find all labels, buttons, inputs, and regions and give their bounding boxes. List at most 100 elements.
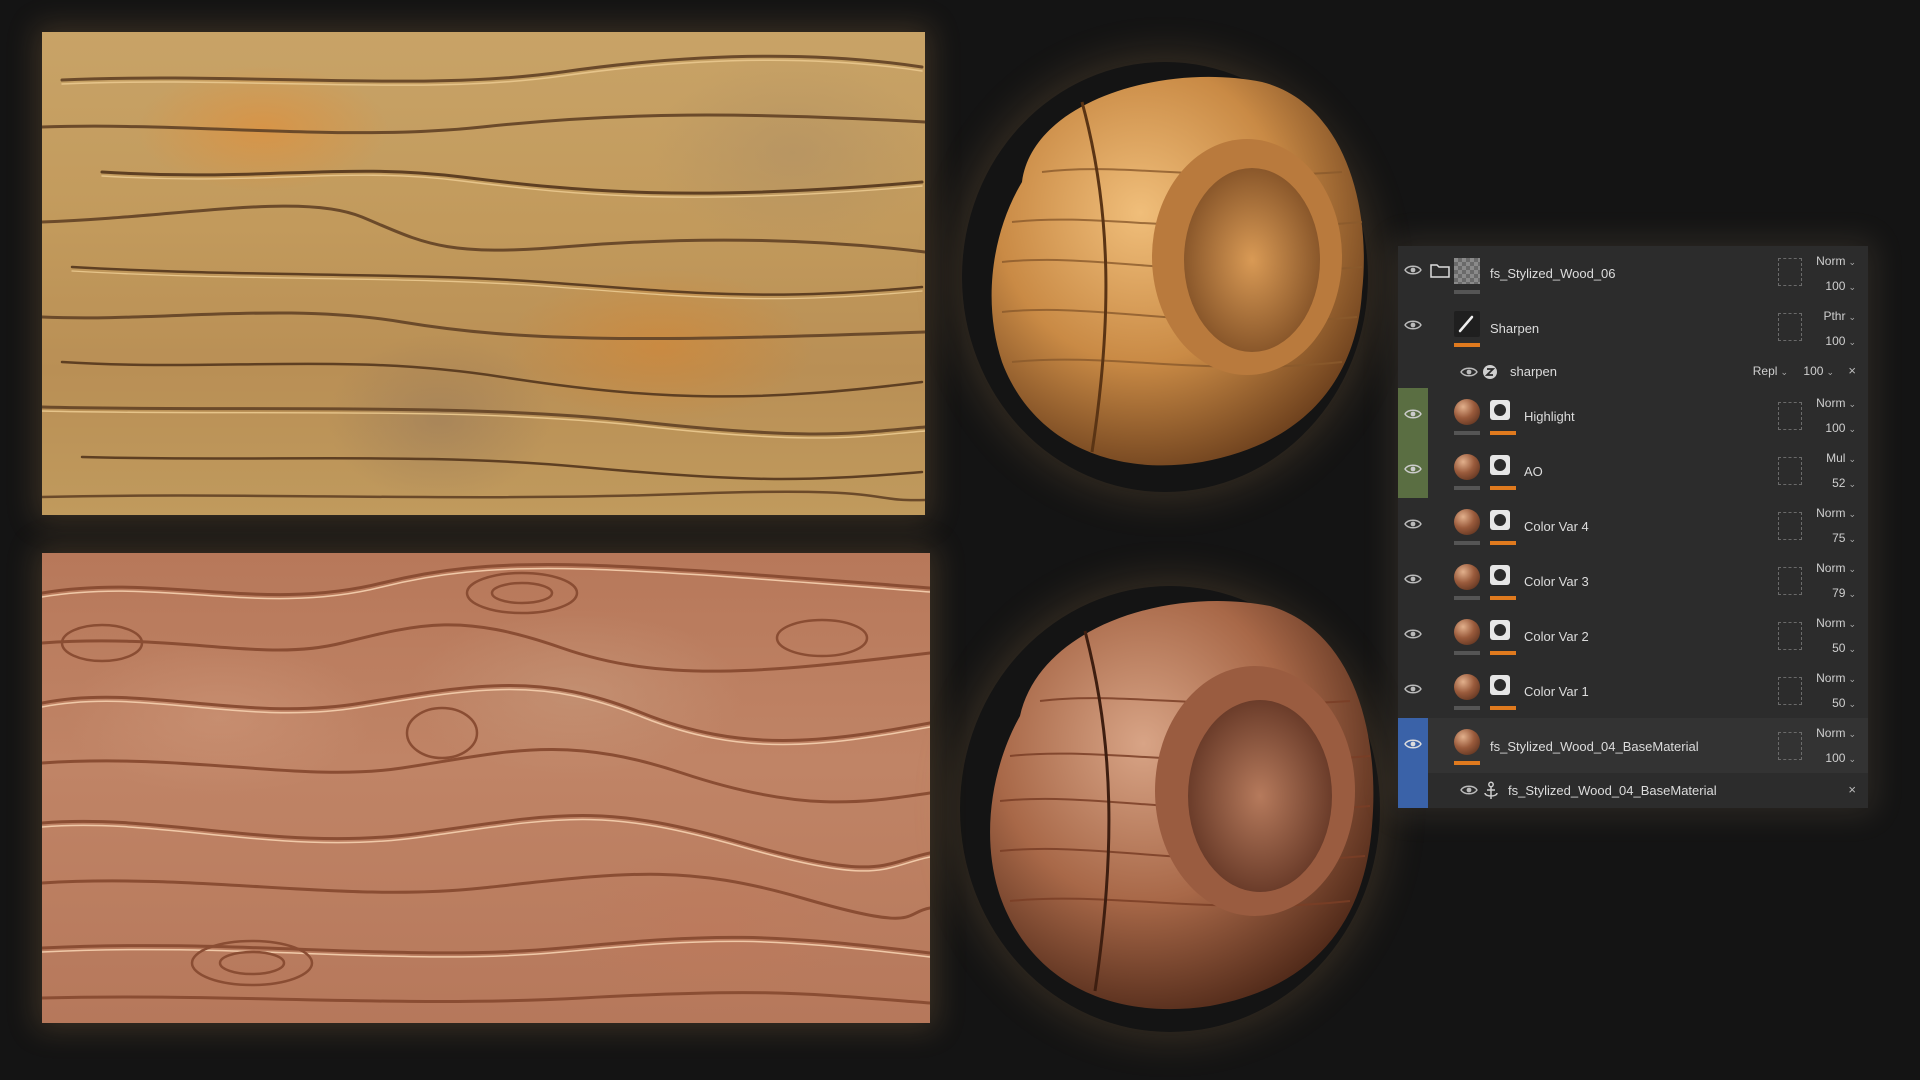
layer-bar xyxy=(1454,651,1480,655)
layer-name: fs_Stylized_Wood_04_BaseMaterial xyxy=(1490,739,1699,754)
layer-blend-preview xyxy=(1778,677,1802,705)
opacity-value[interactable]: 100 ⌄ xyxy=(1825,751,1856,765)
eye-icon[interactable] xyxy=(1460,784,1478,796)
layer-bar xyxy=(1454,761,1480,765)
filter-name: sharpen xyxy=(1510,364,1557,379)
mask-icon[interactable] xyxy=(1490,675,1510,695)
opacity-value[interactable]: 79 ⌄ xyxy=(1832,586,1856,600)
blend-mode[interactable]: Norm ⌄ xyxy=(1816,561,1856,575)
mask-bar xyxy=(1490,706,1516,710)
layer-row-ao[interactable]: AO Mul ⌄ 52 ⌄ xyxy=(1398,443,1868,499)
close-icon[interactable]: × xyxy=(1848,782,1856,797)
blend-mode[interactable]: Norm ⌄ xyxy=(1816,506,1856,520)
opacity-value[interactable]: 50 ⌄ xyxy=(1832,641,1856,655)
layer-row-highlight[interactable]: Highlight Norm ⌄ 100 ⌄ xyxy=(1398,388,1868,444)
eye-icon[interactable] xyxy=(1404,264,1422,276)
layer-blend-preview xyxy=(1778,258,1802,286)
filter-row-sharpen[interactable]: sharpen Repl ⌄ 100 ⌄ × xyxy=(1398,356,1868,389)
chevron-down-icon: ⌄ xyxy=(1848,674,1856,684)
chevron-down-icon: ⌄ xyxy=(1780,367,1788,377)
mask-icon[interactable] xyxy=(1490,510,1510,530)
layer-name: Color Var 4 xyxy=(1524,519,1589,534)
folder-icon xyxy=(1430,264,1450,278)
preview-sphere-yellow xyxy=(962,62,1368,492)
eye-icon[interactable] xyxy=(1404,683,1422,695)
layer-blend-preview xyxy=(1778,402,1802,430)
blend-mode[interactable]: Norm ⌄ xyxy=(1816,671,1856,685)
layer-blend-preview xyxy=(1778,457,1802,485)
blend-mode[interactable]: Mul ⌄ xyxy=(1826,451,1856,465)
chevron-down-icon: ⌄ xyxy=(1848,729,1856,739)
material-thumbnail xyxy=(1454,729,1480,755)
eye-icon[interactable] xyxy=(1404,628,1422,640)
material-thumbnail xyxy=(1454,619,1480,645)
opacity-value[interactable]: 100 ⌄ xyxy=(1825,279,1856,293)
filter-blend-mode[interactable]: Repl ⌄ xyxy=(1753,364,1788,378)
eye-icon[interactable] xyxy=(1404,319,1422,331)
blend-mode[interactable]: Pthr ⌄ xyxy=(1823,309,1856,323)
chevron-down-icon: ⌄ xyxy=(1848,644,1856,654)
eye-icon[interactable] xyxy=(1460,366,1478,378)
mask-bar xyxy=(1490,486,1516,490)
chevron-down-icon: ⌄ xyxy=(1848,257,1856,267)
layer-bar xyxy=(1454,541,1480,545)
mask-icon[interactable] xyxy=(1490,455,1510,475)
chevron-down-icon: ⌄ xyxy=(1848,619,1856,629)
layer-bar xyxy=(1454,486,1480,490)
eye-icon[interactable] xyxy=(1404,518,1422,530)
eye-icon[interactable] xyxy=(1404,408,1422,420)
blend-mode[interactable]: Norm ⌄ xyxy=(1816,396,1856,410)
layer-row-sharpen[interactable]: Sharpen Pthr ⌄ 100 ⌄ xyxy=(1398,301,1868,357)
layer-bar xyxy=(1454,343,1480,347)
layer-blend-preview xyxy=(1778,567,1802,595)
layer-row-stylized-wood-06[interactable]: fs_Stylized_Wood_06 Norm ⌄ 100 ⌄ xyxy=(1398,246,1868,302)
layer-row-base-material[interactable]: fs_Stylized_Wood_04_BaseMaterial Norm ⌄ 1… xyxy=(1398,718,1868,774)
mask-icon[interactable] xyxy=(1490,400,1510,420)
layer-row-color-var-2[interactable]: Color Var 2 Norm ⌄ 50 ⌄ xyxy=(1398,608,1868,664)
material-thumbnail xyxy=(1454,399,1480,425)
opacity-value[interactable]: 50 ⌄ xyxy=(1832,696,1856,710)
opacity-value[interactable]: 100 ⌄ xyxy=(1825,421,1856,435)
eye-icon[interactable] xyxy=(1404,738,1422,750)
chevron-down-icon: ⌄ xyxy=(1848,589,1856,599)
mask-bar xyxy=(1490,651,1516,655)
material-thumbnail xyxy=(1454,509,1480,535)
material-thumbnail xyxy=(1454,454,1480,480)
layer-name: Sharpen xyxy=(1490,321,1540,336)
chevron-down-icon: ⌄ xyxy=(1848,312,1856,322)
blend-mode[interactable]: Norm ⌄ xyxy=(1816,254,1856,268)
chevron-down-icon: ⌄ xyxy=(1848,479,1856,489)
filter-opacity[interactable]: 100 ⌄ xyxy=(1803,364,1834,378)
texture-swatch-red-wood xyxy=(42,553,930,1023)
layer-name: Color Var 1 xyxy=(1524,684,1589,699)
wood-grain-lines xyxy=(42,54,925,502)
anchor-name: fs_Stylized_Wood_04_BaseMaterial xyxy=(1508,783,1717,798)
layer-bar xyxy=(1454,431,1480,435)
blend-mode[interactable]: Norm ⌄ xyxy=(1816,616,1856,630)
layer-row-color-var-1[interactable]: Color Var 1 Norm ⌄ 50 ⌄ xyxy=(1398,663,1868,719)
mask-icon[interactable] xyxy=(1490,565,1510,585)
layer-name: Color Var 3 xyxy=(1524,574,1589,589)
opacity-value[interactable]: 100 ⌄ xyxy=(1825,334,1856,348)
chevron-down-icon: ⌄ xyxy=(1848,454,1856,464)
close-icon[interactable]: × xyxy=(1848,363,1856,378)
blend-mode[interactable]: Norm ⌄ xyxy=(1816,726,1856,740)
anchor-row-base-material[interactable]: fs_Stylized_Wood_04_BaseMaterial × xyxy=(1398,773,1868,808)
mask-bar xyxy=(1490,431,1516,435)
layer-blend-preview xyxy=(1778,313,1802,341)
layer-row-color-var-4[interactable]: Color Var 4 Norm ⌄ 75 ⌄ xyxy=(1398,498,1868,554)
layer-row-color-var-3[interactable]: Color Var 3 Norm ⌄ 79 ⌄ xyxy=(1398,553,1868,609)
eye-icon[interactable] xyxy=(1404,573,1422,585)
chevron-down-icon: ⌄ xyxy=(1848,509,1856,519)
mask-icon[interactable] xyxy=(1490,620,1510,640)
chevron-down-icon: ⌄ xyxy=(1848,699,1856,709)
texture-swatch-yellow-wood xyxy=(42,32,925,515)
layer-bar xyxy=(1454,706,1480,710)
chevron-down-icon: ⌄ xyxy=(1848,564,1856,574)
layer-name: Highlight xyxy=(1524,409,1575,424)
eye-icon[interactable] xyxy=(1404,463,1422,475)
filter-icon xyxy=(1483,365,1497,379)
opacity-value[interactable]: 75 ⌄ xyxy=(1832,531,1856,545)
chevron-down-icon: ⌄ xyxy=(1848,534,1856,544)
opacity-value[interactable]: 52 ⌄ xyxy=(1832,476,1856,490)
